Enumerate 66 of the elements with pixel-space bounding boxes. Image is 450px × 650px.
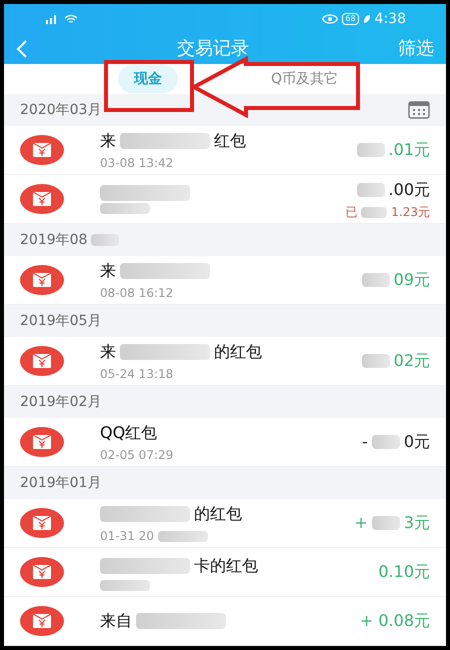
transaction-time: 05-24 13:18 <box>100 366 174 382</box>
month-header: 2019年08 <box>20 231 88 250</box>
refund-note: 已 <box>345 204 358 220</box>
envelope-icon <box>20 427 64 457</box>
transaction-title: 来 <box>100 341 116 363</box>
refund-note: 1.23元 <box>391 204 430 220</box>
transaction-amount: .00元 <box>388 179 430 201</box>
transaction-row[interactable]: 来自 + 0.08元 <box>4 597 446 646</box>
transaction-amount: 0元 <box>404 431 430 453</box>
transaction-time: 01-31 20 <box>100 528 154 544</box>
transaction-title: 来 <box>100 260 116 282</box>
blurred-block <box>362 273 390 287</box>
transaction-amount: .01元 <box>388 139 430 161</box>
envelope-icon <box>20 508 64 538</box>
blurred-block <box>158 530 208 542</box>
transaction-amount: 09元 <box>394 269 430 291</box>
blurred-block <box>356 183 385 197</box>
blurred-block <box>372 516 400 530</box>
transaction-time: 08-08 16:12 <box>100 285 174 301</box>
transaction-title: 的红包 <box>214 341 262 363</box>
transaction-row[interactable]: 来 红包 03-08 13:42 .01元 <box>4 126 446 175</box>
transaction-row[interactable]: 来 的红包 05-24 13:18 02元 <box>4 337 446 386</box>
envelope-icon <box>20 606 64 636</box>
page-title: 交易记录 <box>177 37 249 61</box>
transaction-title: 卡的红包 <box>194 554 258 576</box>
month-header: 2019年02月 <box>20 393 102 412</box>
clock-time: 4:38 <box>374 10 406 29</box>
transaction-row[interactable]: QQ红包 02-05 07:29 - 0元 <box>4 418 446 467</box>
transaction-title: 来 <box>100 130 116 152</box>
transaction-title: QQ红包 <box>100 422 158 444</box>
transaction-row[interactable]: .00元 已 1.23元 <box>4 175 446 224</box>
envelope-icon <box>20 557 64 587</box>
transaction-row[interactable]: 的红包 01-31 20 + 3元 <box>4 499 446 548</box>
transaction-amount: 02元 <box>394 350 430 372</box>
blurred-block <box>100 202 150 214</box>
blurred-block <box>362 354 390 368</box>
envelope-icon <box>20 265 64 295</box>
blurred-block <box>100 580 150 590</box>
transaction-row[interactable]: 来 08-08 16:12 09元 <box>4 256 446 305</box>
transaction-amount: 3元 <box>404 512 430 534</box>
transaction-time: 02-05 07:29 <box>100 447 174 463</box>
transaction-title: 的红包 <box>194 503 242 525</box>
transaction-row[interactable]: 卡的红包 0.10元 <box>4 548 446 597</box>
month-header: 2020年03月 <box>20 101 102 120</box>
transaction-amount: 0.10元 <box>378 561 430 583</box>
envelope-icon <box>20 184 64 214</box>
month-header: 2019年01月 <box>20 474 102 493</box>
blurred-block <box>356 143 385 157</box>
blurred-block <box>372 435 400 449</box>
envelope-icon <box>20 346 64 376</box>
month-header: 2019年05月 <box>20 312 102 331</box>
transaction-title: 红包 <box>214 130 246 152</box>
blurred-block <box>91 234 120 246</box>
battery-level: 68 <box>342 13 359 25</box>
transaction-amount: + 0.08元 <box>360 610 430 632</box>
blurred-block <box>361 206 388 218</box>
transaction-time: 03-08 13:42 <box>100 155 174 171</box>
wifi-icon <box>64 14 78 24</box>
leaf-icon <box>362 14 371 24</box>
transaction-title: 来自 <box>100 610 132 632</box>
transaction-amount: + <box>354 512 368 534</box>
calendar-icon[interactable] <box>408 101 430 119</box>
transaction-amount: - <box>362 431 368 453</box>
envelope-icon <box>20 135 64 165</box>
eye-icon <box>322 14 338 24</box>
back-icon[interactable] <box>16 39 28 59</box>
